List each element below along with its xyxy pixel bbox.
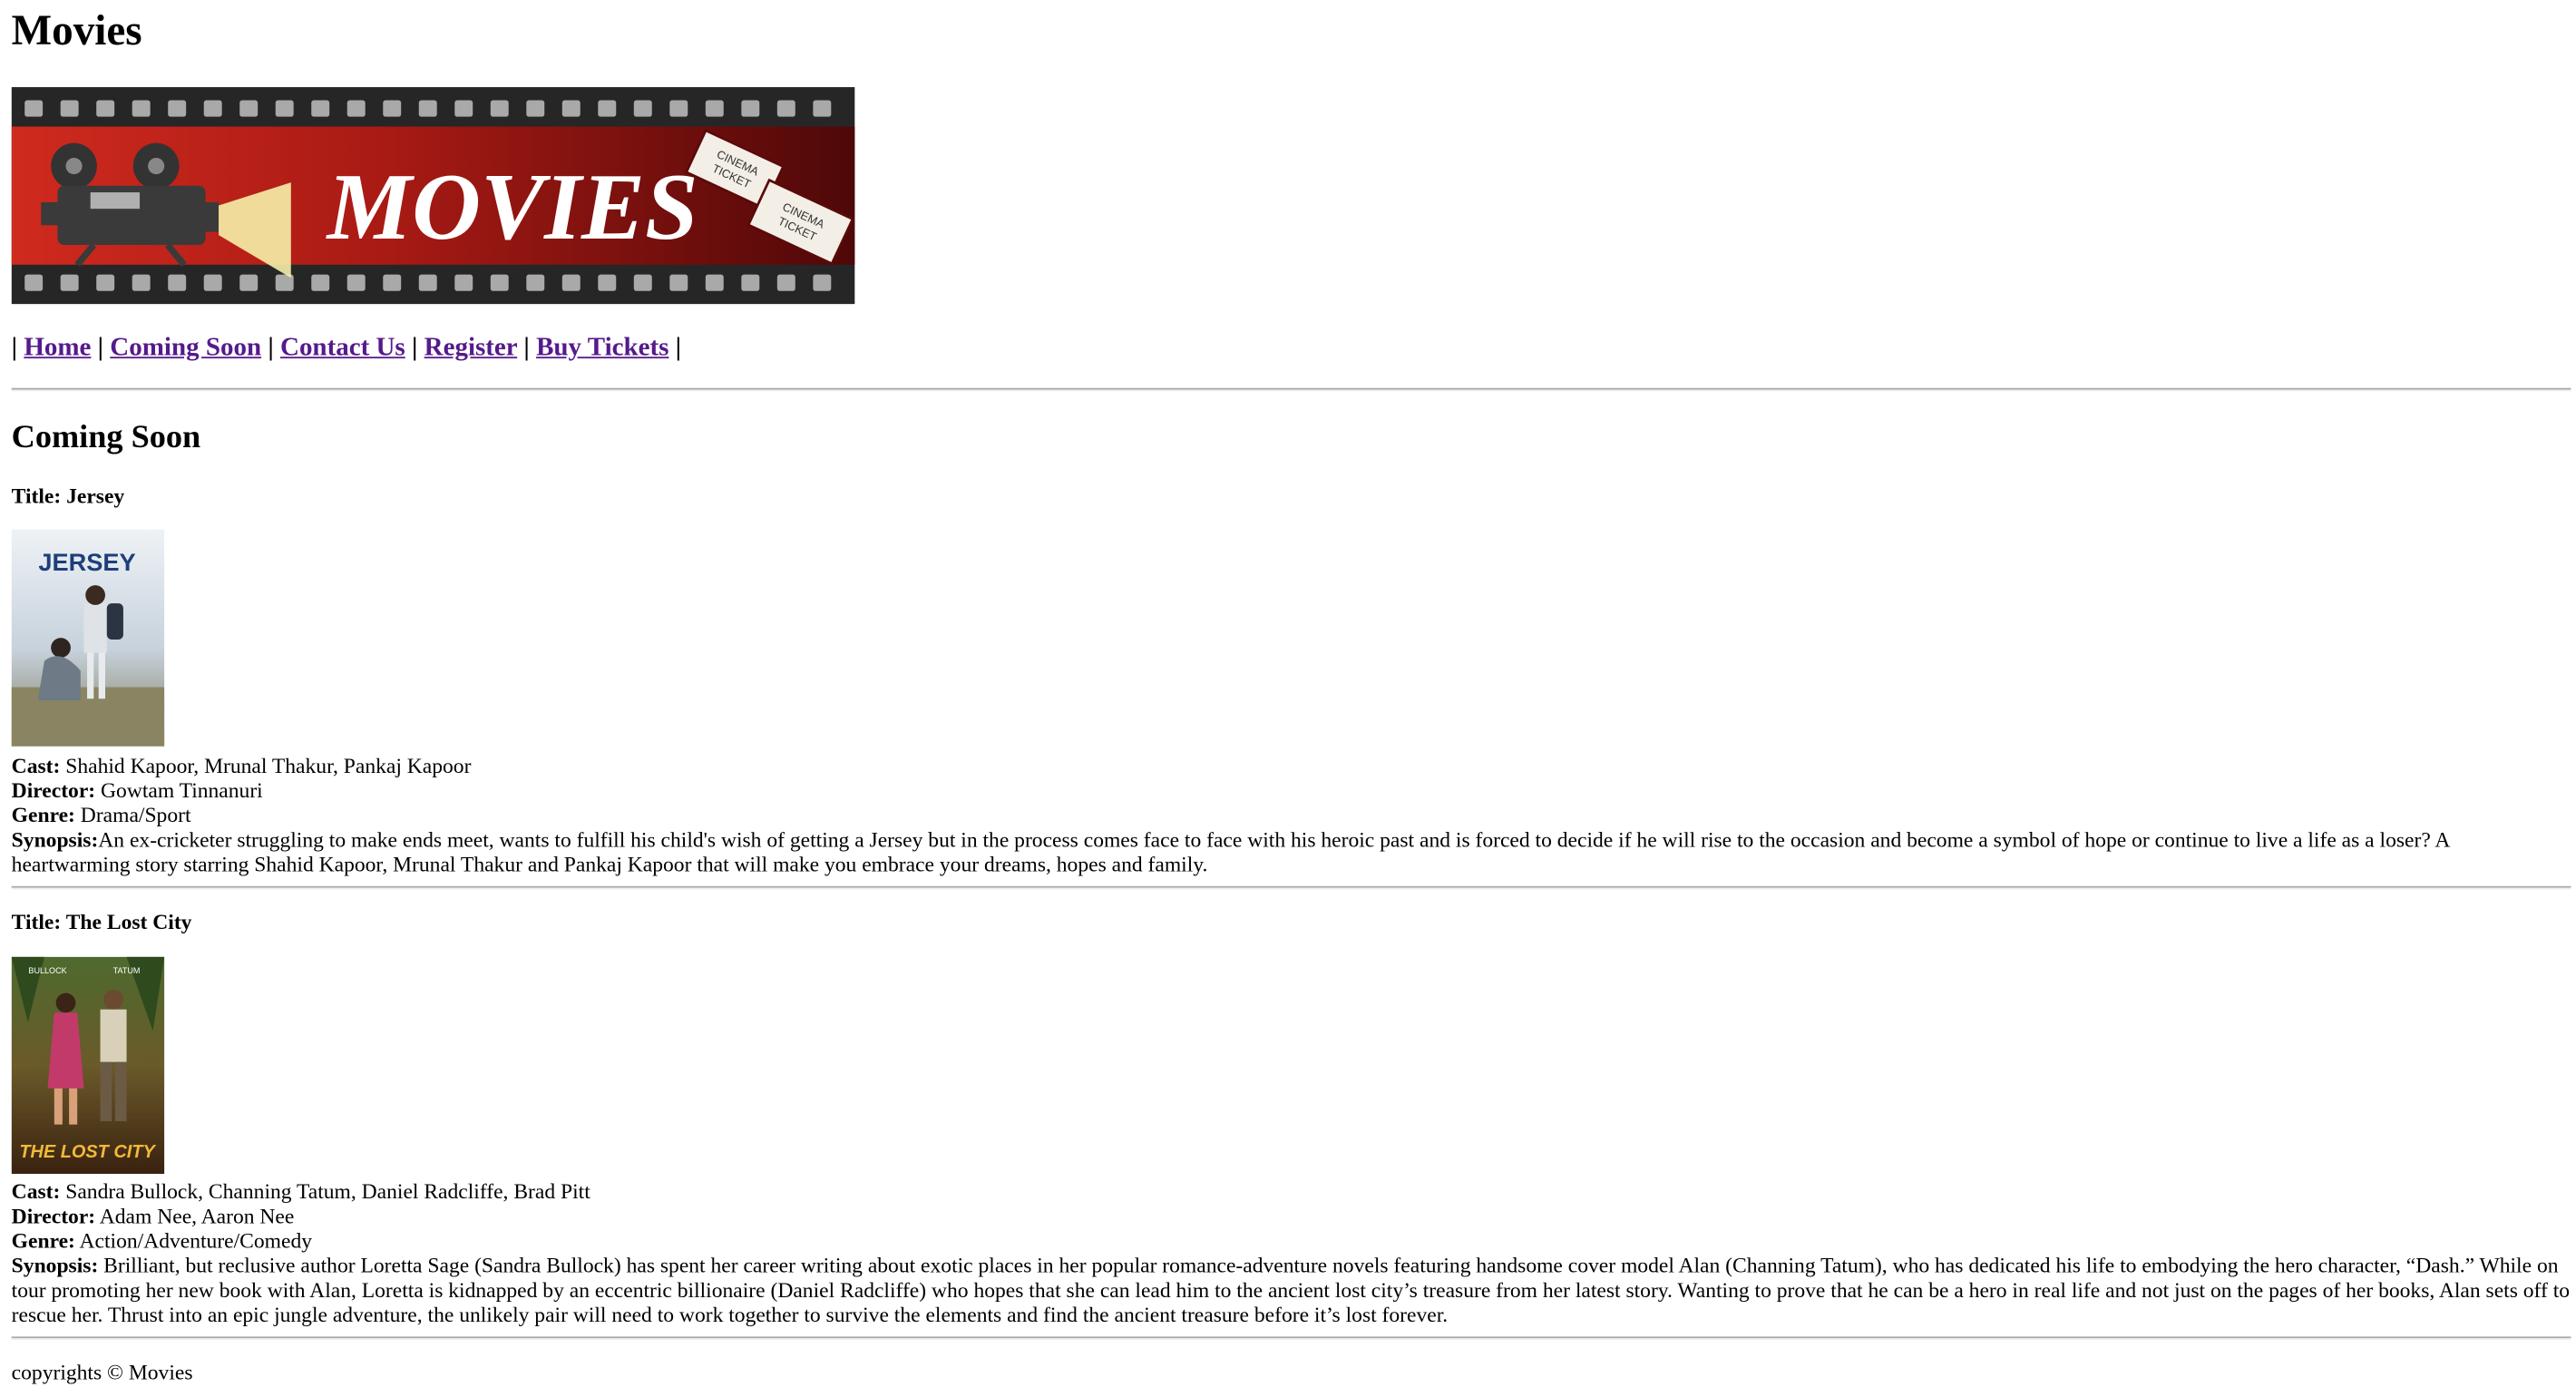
film-strip-hole (168, 100, 187, 117)
film-strip-hole (598, 274, 617, 291)
synopsis-line: Synopsis: Brilliant, but reclusive autho… (11, 1252, 2571, 1327)
film-strip-hole (168, 274, 187, 291)
nav-separator: | (523, 333, 530, 362)
film-strip-hole (741, 274, 760, 291)
film-strip-hole (776, 274, 795, 291)
film-strip-hole (669, 274, 688, 291)
film-strip-hole (418, 274, 437, 291)
film-strip-hole (383, 100, 402, 117)
film-strip-hole (346, 274, 366, 291)
film-strip-hole (561, 100, 581, 117)
film-strip-hole (203, 274, 222, 291)
cast-line: Cast: Shahid Kapoor, Mrunal Thakur, Pank… (11, 753, 472, 778)
movie-title: Title: The Lost City (11, 909, 192, 934)
synopsis-line: Synopsis:An ex-cricketer struggling to m… (11, 826, 2450, 876)
nav-link-contact-us[interactable]: Contact Us (280, 334, 405, 362)
film-strip-hole (60, 274, 79, 291)
nav-separator: | (11, 333, 18, 362)
film-strip-hole (418, 100, 437, 117)
svg-text:MOVIES: MOVIES (326, 153, 698, 259)
nav-separator: | (268, 333, 274, 362)
film-strip-hole (633, 274, 652, 291)
film-strip-hole (311, 100, 330, 117)
movie-info: Cast: Sandra Bullock, Channing Tatum, Da… (12, 1178, 2571, 1326)
main-nav: | Home | Coming Soon | Contact Us | Regi… (12, 334, 681, 364)
film-strip-hole (239, 274, 259, 291)
film-strip-hole (275, 100, 294, 117)
film-strip-hole (490, 274, 509, 291)
nav-link-home[interactable]: Home (24, 334, 91, 362)
movies-banner-image: MOVIES CINEMA TICKET CINEMA TICKET (11, 87, 855, 305)
nav-separator: | (675, 333, 682, 362)
director-line: Director: Adam Nee, Aaron Nee (11, 1203, 295, 1228)
film-strip-hole (598, 100, 617, 117)
film-strip-hole (705, 274, 724, 291)
footer-copyright: copyrights © Movies (11, 1359, 193, 1384)
film-strip-hole (24, 100, 44, 117)
film-strip-hole (454, 274, 473, 291)
film-strip-hole (490, 100, 509, 117)
film-strip-hole (526, 100, 545, 117)
film-strip-hole (561, 274, 581, 291)
film-strip-hole (311, 274, 330, 291)
film-strip-hole (96, 274, 115, 291)
movie-title: Title: Jersey (11, 483, 125, 509)
svg-text:BULLOCK: BULLOCK (28, 966, 66, 975)
cast-line: Cast: Sandra Bullock, Channing Tatum, Da… (11, 1178, 590, 1204)
film-strip-hole (346, 100, 366, 117)
genre-line: Genre: Drama/Sport (11, 802, 191, 827)
genre-line: Genre: Action/Adventure/Comedy (11, 1227, 313, 1253)
nav-separator: | (97, 333, 104, 362)
film-strip-hole (24, 274, 44, 291)
page: Movies MOVIES CINEMA TICKET CINEMA TICKE… (0, 0, 2576, 1397)
film-strip-hole (60, 100, 79, 117)
film-strip-hole (705, 100, 724, 117)
film-strip-hole (669, 100, 688, 117)
section-title: Coming Soon (11, 419, 201, 456)
site-title: Movies (11, 6, 142, 54)
film-strip-hole (776, 100, 795, 117)
jersey-poster-image: JERSEY (11, 529, 165, 747)
divider (11, 885, 2571, 890)
nav-link-buy-tickets[interactable]: Buy Tickets (536, 334, 668, 362)
divider (11, 1336, 2571, 1341)
nav-link-register[interactable]: Register (424, 334, 518, 362)
divider (11, 387, 2571, 392)
nav-link-coming-soon[interactable]: Coming Soon (110, 334, 261, 362)
film-strip-hole (132, 100, 151, 117)
film-strip-hole (203, 100, 222, 117)
film-strip-hole (454, 100, 473, 117)
film-strip-hole (132, 274, 151, 291)
film-strip-hole (383, 274, 402, 291)
the-lost-city-poster-image: BULLOCK TATUM THE LOST CITY (11, 956, 165, 1174)
film-strip-hole (96, 100, 115, 117)
film-strip-hole (741, 100, 760, 117)
director-line: Director: Gowtam Tinnanuri (11, 777, 263, 803)
svg-text:JERSEY: JERSEY (38, 548, 135, 576)
svg-text:THE LOST CITY: THE LOST CITY (19, 1142, 156, 1162)
film-strip-hole (813, 100, 832, 117)
film-strip-hole (239, 100, 259, 117)
movie-info: Cast: Shahid Kapoor, Mrunal Thakur, Pank… (12, 753, 2571, 876)
nav-separator: | (411, 333, 418, 362)
svg-text:TATUM: TATUM (113, 966, 141, 975)
film-strip-hole (633, 100, 652, 117)
film-strip-hole (526, 274, 545, 291)
film-strip-hole (813, 274, 832, 291)
